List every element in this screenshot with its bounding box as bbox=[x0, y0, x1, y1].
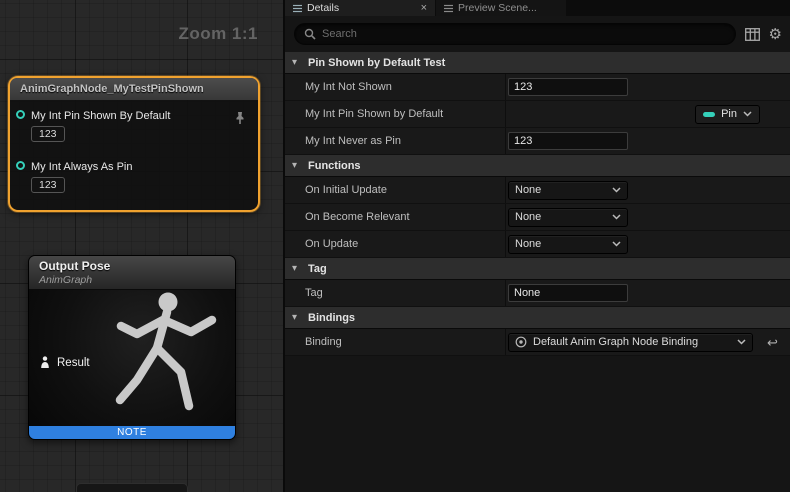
pin-toggle-dropdown[interactable]: Pin bbox=[695, 105, 760, 124]
row-on-update: On Update None bbox=[285, 231, 790, 258]
on-become-relevant-dropdown[interactable]: None bbox=[508, 208, 628, 227]
category-pin-shown-by-default-test[interactable]: ▾ Pin Shown by Default Test bbox=[285, 52, 790, 74]
tab-bar: Details × Preview Scene... bbox=[285, 0, 790, 16]
details-toolbar: ⚙ bbox=[285, 16, 790, 52]
search-input[interactable] bbox=[322, 28, 726, 40]
node-pin-row: My Int Pin Shown By Default 123 bbox=[16, 109, 250, 142]
row-my-int-not-shown: My Int Not Shown bbox=[285, 74, 790, 101]
result-pin-row: Result bbox=[39, 356, 90, 369]
node-note-bar: NOTE bbox=[29, 426, 235, 439]
chevron-down-icon: ▾ bbox=[292, 161, 302, 171]
output-pose-node[interactable]: Output Pose AnimGraph Result bbox=[28, 255, 236, 440]
int-pin-icon[interactable] bbox=[16, 161, 25, 170]
zoom-level-label: Zoom 1:1 bbox=[178, 24, 258, 44]
anim-graph-node-selected[interactable]: AnimGraphNode_MyTestPinShown My Int Pin … bbox=[8, 76, 260, 212]
search-icon bbox=[304, 28, 316, 40]
settings-gear-icon[interactable]: ⚙ bbox=[769, 27, 782, 42]
node-pin-row: My Int Always As Pin 123 bbox=[16, 160, 250, 193]
on-update-dropdown[interactable]: None bbox=[508, 235, 628, 254]
my-int-never-as-pin-input[interactable] bbox=[508, 132, 628, 150]
my-int-not-shown-input[interactable] bbox=[508, 78, 628, 96]
chevron-down-icon bbox=[612, 241, 621, 247]
chevron-down-icon bbox=[612, 214, 621, 220]
pin-label: My Int Always As Pin bbox=[31, 160, 132, 174]
category-tag[interactable]: ▾ Tag bbox=[285, 258, 790, 280]
chevron-down-icon: ▾ bbox=[292, 313, 302, 323]
tab-label: Details bbox=[307, 2, 339, 14]
pin-value-field[interactable]: 123 bbox=[31, 177, 65, 193]
output-pose-header[interactable]: Output Pose AnimGraph bbox=[29, 256, 235, 290]
row-on-become-relevant: On Become Relevant None bbox=[285, 204, 790, 231]
binding-icon bbox=[515, 336, 527, 348]
result-pin-label: Result bbox=[57, 357, 90, 369]
pin-state-icon bbox=[703, 112, 715, 117]
row-on-initial-update: On Initial Update None bbox=[285, 177, 790, 204]
property-list: ▾ Pin Shown by Default Test My Int Not S… bbox=[285, 52, 790, 492]
node-title: Output Pose bbox=[39, 259, 225, 274]
row-my-int-pin-shown-by-default: My Int Pin Shown by Default Pin bbox=[285, 101, 790, 128]
category-bindings[interactable]: ▾ Bindings bbox=[285, 307, 790, 329]
node-subtitle: AnimGraph bbox=[39, 274, 225, 287]
details-panel: Details × Preview Scene... ⚙ ▾ Pin Shown… bbox=[285, 0, 790, 492]
details-tab-icon bbox=[293, 4, 302, 13]
pose-pin-icon[interactable] bbox=[39, 356, 51, 369]
preview-scene-tab-icon bbox=[444, 4, 453, 13]
row-tag: Tag bbox=[285, 280, 790, 307]
chevron-down-icon: ▾ bbox=[292, 264, 302, 274]
binding-dropdown[interactable]: Default Anim Graph Node Binding bbox=[508, 333, 753, 352]
offscreen-node-partial[interactable] bbox=[76, 483, 188, 492]
property-matrix-icon[interactable] bbox=[745, 28, 760, 41]
node-preview-area: Result bbox=[29, 290, 235, 427]
tag-input[interactable] bbox=[508, 284, 628, 302]
tab-details[interactable]: Details × bbox=[285, 0, 435, 16]
category-functions[interactable]: ▾ Functions bbox=[285, 155, 790, 177]
on-initial-update-dropdown[interactable]: None bbox=[508, 181, 628, 200]
search-box[interactable] bbox=[294, 23, 736, 45]
reset-to-default-icon[interactable]: ↩ bbox=[767, 336, 778, 349]
pin-label: My Int Pin Shown By Default bbox=[31, 109, 170, 123]
tab-label: Preview Scene... bbox=[458, 2, 537, 14]
anim-graph-canvas[interactable]: Zoom 1:1 AnimGraphNode_MyTestPinShown My… bbox=[0, 0, 285, 492]
row-binding: Binding Default Anim Graph Node Binding … bbox=[285, 329, 790, 356]
tab-preview-scene[interactable]: Preview Scene... bbox=[436, 0, 566, 16]
node-title[interactable]: AnimGraphNode_MyTestPinShown bbox=[10, 78, 258, 100]
chevron-down-icon: ▾ bbox=[292, 58, 302, 68]
close-tab-icon[interactable]: × bbox=[421, 3, 427, 14]
chevron-down-icon bbox=[612, 187, 621, 193]
mannequin-image bbox=[93, 290, 233, 427]
int-pin-icon[interactable] bbox=[16, 110, 25, 119]
pin-value-field[interactable]: 123 bbox=[31, 126, 65, 142]
chevron-down-icon bbox=[737, 339, 746, 345]
chevron-down-icon bbox=[743, 111, 752, 117]
hide-pin-icon[interactable] bbox=[234, 111, 246, 130]
row-my-int-never-as-pin: My Int Never as Pin bbox=[285, 128, 790, 155]
